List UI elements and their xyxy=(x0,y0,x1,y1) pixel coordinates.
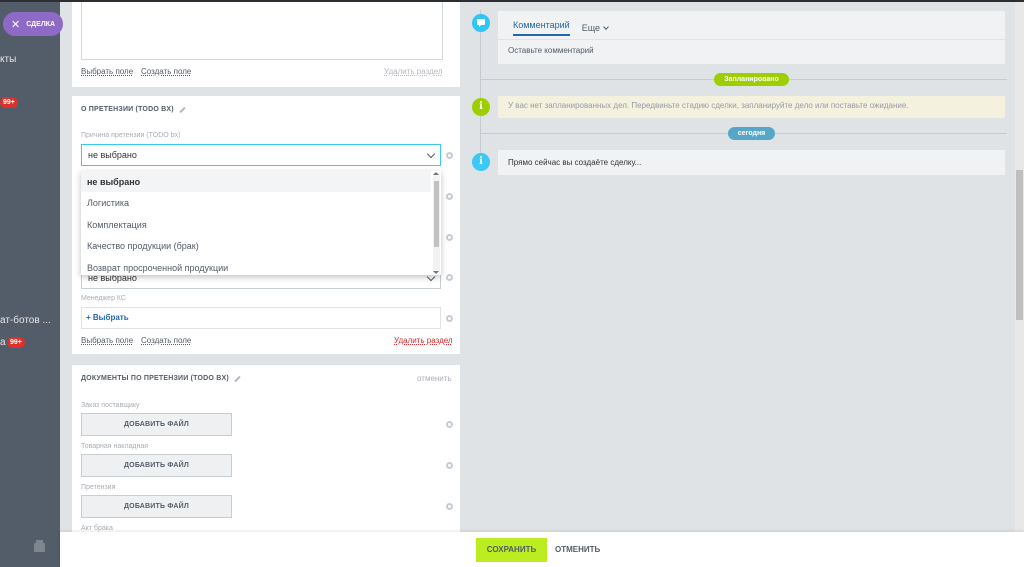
timeline-line xyxy=(480,10,481,170)
dropdown-option[interactable]: не выбрано xyxy=(81,171,431,192)
gear-icon[interactable] xyxy=(446,274,453,281)
dropdown-option[interactable]: Возврат просроченной продукции xyxy=(81,257,431,275)
cancel-edit-link[interactable]: отменить xyxy=(417,374,452,383)
comment-input[interactable]: Оставьте комментарий xyxy=(508,46,594,55)
nav-item-contacts[interactable]: кты xyxy=(0,54,16,65)
manager-label: Менеджер КС xyxy=(81,295,126,302)
delete-section-link[interactable]: Удалить раздел xyxy=(394,336,453,345)
gear-icon[interactable] xyxy=(446,315,453,322)
pick-manager-button[interactable]: + Выбрать xyxy=(81,307,441,329)
dropdown-scrollbar-thumb[interactable] xyxy=(434,181,439,247)
pencil-icon[interactable] xyxy=(234,375,241,382)
add-file-button[interactable]: ДОБАВИТЬ ФАЙЛ xyxy=(81,413,232,436)
gear-icon[interactable] xyxy=(446,193,453,200)
info-icon: i xyxy=(472,98,490,116)
section-card-top: Выбрать поле Создать поле Удалить раздел xyxy=(72,0,460,87)
section-title: ДОКУМЕНТЫ ПО ПРЕТЕНЗИИ (TODO BX) xyxy=(81,375,241,382)
save-button[interactable]: СОХРАНИТЬ xyxy=(476,538,547,562)
gear-icon[interactable] xyxy=(446,234,453,241)
left-navigation: кты 99+ ат-ботов ... а 99+ xyxy=(0,0,60,567)
create-field-link[interactable]: Создать поле xyxy=(141,67,191,76)
add-file-button[interactable]: ДОБАВИТЬ ФАЙЛ xyxy=(81,454,232,477)
nav-item-partial[interactable]: а xyxy=(0,337,6,348)
gear-icon[interactable] xyxy=(446,421,453,428)
pencil-icon[interactable] xyxy=(179,106,186,113)
planned-notice: У вас нет запланированных дел. Передвинь… xyxy=(498,96,1005,118)
field-label: Претензия xyxy=(81,484,116,491)
create-field-link[interactable]: Создать поле xyxy=(141,336,191,345)
nav-item-chatbots[interactable]: ат-ботов ... xyxy=(0,315,51,326)
section-title-text: О ПРЕТЕНЗИИ (TODO BX) xyxy=(81,106,174,113)
creating-notice: Прямо сейчас вы создаёте сделку... xyxy=(498,150,1005,175)
dropdown-option[interactable]: Комплектация xyxy=(81,214,431,235)
field-label: Акт брака xyxy=(81,525,113,532)
nav-counter-badge: 99+ xyxy=(7,337,25,348)
chevron-down-icon xyxy=(426,149,436,159)
select-field-link[interactable]: Выбрать поле xyxy=(81,336,133,345)
timeline-tabs: Комментарий Еще xyxy=(513,20,609,36)
delete-section-link[interactable]: Удалить раздел xyxy=(384,67,443,76)
page-scrollbar-thumb[interactable] xyxy=(1016,170,1023,320)
dropdown-option[interactable]: Логистика xyxy=(81,192,431,213)
field-label: Заказ поставщику xyxy=(81,402,140,409)
printer-icon[interactable] xyxy=(34,540,45,552)
gear-icon[interactable] xyxy=(446,503,453,510)
section-title: О ПРЕТЕНЗИИ (TODO BX) xyxy=(81,106,186,113)
close-deal-slider-button[interactable]: ✕ СДЕЛКА xyxy=(3,12,63,36)
save-bar: СОХРАНИТЬ ОТМЕНИТЬ xyxy=(60,532,1024,567)
page-scrollbar[interactable] xyxy=(1015,0,1024,532)
text-area-field[interactable] xyxy=(81,0,443,60)
today-badge: сегодня xyxy=(728,127,775,140)
window-top-edge xyxy=(0,0,1024,2)
comment-editor: Комментарий Еще Оставьте комментарий xyxy=(498,11,1005,64)
chevron-down-icon xyxy=(603,24,609,30)
reason-dropdown-list: не выбрано Логистика Комплектация Качест… xyxy=(81,171,441,275)
cancel-button[interactable]: ОТМЕНИТЬ xyxy=(555,538,605,562)
tab-comment[interactable]: Комментарий xyxy=(513,20,570,36)
nav-counter-badge: 99+ xyxy=(0,97,18,108)
comment-divider xyxy=(498,39,1005,40)
reason-select-value: не выбрано xyxy=(88,150,137,160)
gear-icon[interactable] xyxy=(446,462,453,469)
reason-label: Причина претензии (TODO bx) xyxy=(81,132,181,139)
add-file-button[interactable]: ДОБАВИТЬ ФАЙЛ xyxy=(81,495,232,518)
info-icon: i xyxy=(472,153,490,171)
planned-badge: Запланировано xyxy=(714,73,789,86)
close-icon: ✕ xyxy=(11,18,21,31)
scroll-up-icon[interactable] xyxy=(433,172,439,175)
tab-more[interactable]: Еще xyxy=(581,20,609,36)
dropdown-scrollbar[interactable] xyxy=(433,173,440,273)
field-label: Товарная накладная xyxy=(81,443,149,450)
gear-icon[interactable] xyxy=(446,152,453,159)
deal-pill-label: СДЕЛКА xyxy=(26,20,56,28)
tab-more-label: Еще xyxy=(581,23,600,33)
comment-icon xyxy=(472,14,490,32)
scroll-down-icon[interactable] xyxy=(433,271,439,274)
select-field-link[interactable]: Выбрать поле xyxy=(81,67,133,76)
section-title-text: ДОКУМЕНТЫ ПО ПРЕТЕНЗИИ (TODO BX) xyxy=(81,375,229,382)
reason-select[interactable]: не выбрано xyxy=(81,144,441,166)
dropdown-option[interactable]: Качество продукции (брак) xyxy=(81,235,431,256)
